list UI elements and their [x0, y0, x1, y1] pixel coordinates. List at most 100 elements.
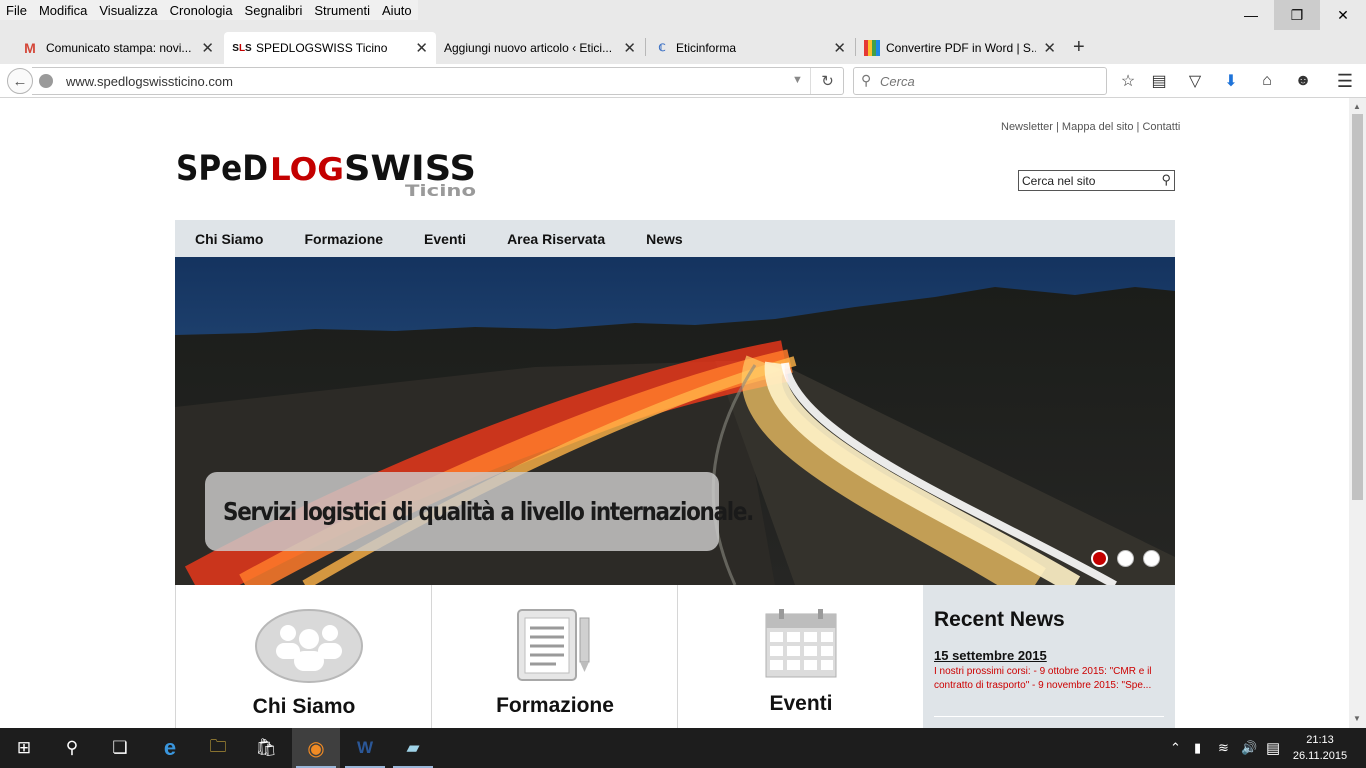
wifi-icon[interactable]: ≋ [1218, 728, 1229, 768]
menu-modifica[interactable]: Modifica [33, 0, 93, 20]
nav-formazione[interactable]: Formazione [304, 231, 383, 247]
menu-file[interactable]: File [0, 0, 33, 20]
search-icon[interactable]: ⚲ [48, 728, 96, 768]
menu-strumenti[interactable]: Strumenti [308, 0, 376, 20]
store-icon[interactable]: 🛍 [242, 728, 290, 768]
recent-news-heading: Recent News [934, 608, 1065, 631]
box-title: Eventi [769, 692, 833, 715]
tab-label: Convertire PDF in Word | S... [886, 41, 1036, 55]
url-text[interactable]: www.spedlogswissticino.com [66, 74, 233, 89]
tab-label: Comunicato stampa: novi... [46, 41, 192, 55]
grid-icon [864, 40, 880, 56]
url-bar[interactable]: www.spedlogswissticino.com ▼ ↻ [32, 67, 844, 95]
nav-news[interactable]: News [646, 231, 683, 247]
menu-bar: File Modifica Visualizza Cronologia Segn… [0, 0, 1366, 30]
calendar-icon [765, 609, 837, 678]
nav-chi-siamo[interactable]: Chi Siamo [195, 231, 263, 247]
scrollbar-thumb[interactable] [1352, 114, 1363, 500]
logo-ticino: Ticino [405, 181, 476, 200]
tab-aggiungi-articolo[interactable]: Aggiungi nuovo articolo ‹ Etici... ✕ [438, 32, 644, 64]
sls-icon: SLS [232, 42, 252, 54]
hamburger-menu-icon[interactable]: ☰ [1334, 70, 1356, 92]
navigation-bar: www.spedlogswissticino.com ▼ ↻ ← ⚲ ☆ ▤ ▽… [0, 64, 1366, 98]
menu-aiuto[interactable]: Aiuto [376, 0, 418, 20]
site-search-box[interactable]: ⚲ [1018, 170, 1175, 191]
box-formazione[interactable]: Formazione [431, 585, 678, 728]
eticinforma-icon: ℂ [658, 42, 666, 54]
search-icon[interactable]: ⚲ [1161, 172, 1171, 188]
search-icon: ⚲ [861, 72, 872, 88]
box-chi-siamo[interactable]: Chi Siamo [175, 585, 432, 728]
notepad-icon [517, 609, 590, 681]
close-tab-icon[interactable]: ✕ [623, 39, 636, 57]
show-hidden-icons[interactable]: ⌃ [1170, 728, 1181, 768]
news-divider [934, 716, 1164, 717]
web-search-input[interactable] [880, 72, 1100, 90]
restore-button[interactable]: ❐ [1274, 0, 1320, 30]
spedlogswiss-logo[interactable]: SPeD LOG SWISS Ticino [176, 148, 476, 200]
notes-app-icon[interactable]: ▰ [389, 728, 437, 768]
volume-icon[interactable]: 🔊 [1241, 728, 1257, 768]
downloads-icon[interactable]: ⬇ [1220, 70, 1242, 92]
clock-time: 21:13 [1306, 734, 1334, 746]
reload-icon[interactable]: ↻ [810, 68, 844, 94]
slider-dot-3[interactable] [1143, 550, 1160, 567]
menu-visualizza[interactable]: Visualizza [93, 0, 163, 20]
windows-start-icon[interactable]: ⊞ [0, 728, 48, 768]
main-navigation: Chi Siamo Formazione Eventi Area Riserva… [175, 220, 1175, 257]
word-icon[interactable]: W [341, 728, 389, 768]
globe-icon [39, 74, 53, 88]
nav-area-riservata[interactable]: Area Riservata [507, 231, 605, 247]
action-center-icon[interactable]: ▤ [1266, 728, 1280, 768]
scroll-down-icon[interactable]: ▼ [1353, 714, 1361, 723]
logo-log: LOG [270, 152, 344, 188]
window-controls: — ❐ ✕ [1228, 0, 1366, 30]
firefox-icon[interactable]: ◉ [292, 728, 340, 768]
recent-news-panel: Recent News 15 settembre 2015 I nostri p… [923, 585, 1175, 728]
windows-taskbar: ⊞ ⚲ ❏ e 🗀 🛍 ◉ W ▰ ⌃ ▮ ≋ 🔊 ▤ 21:13 26.11.… [0, 728, 1366, 768]
news-date-link[interactable]: 15 settembre 2015 [934, 648, 1047, 663]
tab-eticinforma[interactable]: ℂ Eticinforma ✕ [646, 32, 854, 64]
top-links[interactable]: Newsletter | Mappa del sito | Contatti [1001, 121, 1180, 133]
close-tab-icon[interactable]: ✕ [1043, 39, 1056, 57]
web-search-box[interactable]: ⚲ [853, 67, 1107, 95]
hello-icon[interactable]: ☻ [1292, 70, 1314, 92]
logo-sped: SPeD [176, 149, 268, 189]
page-scrollbar[interactable]: ▲ ▼ [1349, 98, 1366, 728]
edge-icon[interactable]: e [146, 728, 194, 768]
gmail-icon: M [24, 40, 36, 56]
pocket-icon[interactable]: ▽ [1184, 70, 1206, 92]
tab-spedlogswiss[interactable]: SLS SPEDLOGSWISS Ticino ✕ [224, 32, 436, 64]
history-dropdown-icon[interactable]: ▼ [792, 74, 803, 86]
close-tab-icon[interactable]: ✕ [833, 39, 846, 57]
new-tab-button[interactable]: + [1073, 36, 1085, 59]
close-window-button[interactable]: ✕ [1320, 0, 1366, 30]
news-excerpt-link[interactable]: I nostri prossimi corsi: - 9 ottobre 201… [934, 665, 1166, 693]
web-page: Newsletter | Mappa del sito | Contatti S… [0, 98, 1349, 728]
menu-segnalibri[interactable]: Segnalibri [239, 0, 309, 20]
box-title: Chi Siamo [252, 695, 356, 718]
task-view-icon[interactable]: ❏ [96, 728, 144, 768]
close-tab-icon[interactable]: ✕ [415, 39, 428, 57]
reading-list-icon[interactable]: ▤ [1148, 70, 1170, 92]
back-button[interactable]: ← [7, 68, 33, 94]
site-search-input[interactable] [1022, 173, 1152, 188]
tab-gmail[interactable]: M Comunicato stampa: novi... ✕ [0, 32, 222, 64]
slider-dot-1[interactable] [1091, 550, 1108, 567]
menu-cronologia[interactable]: Cronologia [164, 0, 239, 20]
slider-dot-2[interactable] [1117, 550, 1134, 567]
minimize-button[interactable]: — [1228, 0, 1274, 30]
tab-convertire-pdf[interactable]: Convertire PDF in Word | S... ✕ [856, 32, 1064, 64]
close-tab-icon[interactable]: ✕ [201, 39, 214, 57]
file-explorer-icon[interactable]: 🗀 [194, 728, 242, 768]
system-clock[interactable]: 21:13 26.11.2015 [1290, 732, 1350, 764]
nav-eventi[interactable]: Eventi [424, 231, 466, 247]
bookmark-star-icon[interactable]: ☆ [1117, 70, 1139, 92]
box-eventi[interactable]: Eventi [677, 585, 924, 728]
hero-caption-text: Servizi logistici di qualità a livello i… [223, 497, 754, 526]
scroll-up-icon[interactable]: ▲ [1353, 102, 1361, 111]
battery-icon[interactable]: ▮ [1194, 728, 1201, 768]
clock-date: 26.11.2015 [1292, 750, 1348, 762]
feature-boxes: Chi Siamo Formazione Eventi Recent News … [175, 585, 1175, 728]
home-icon[interactable]: ⌂ [1256, 70, 1278, 92]
